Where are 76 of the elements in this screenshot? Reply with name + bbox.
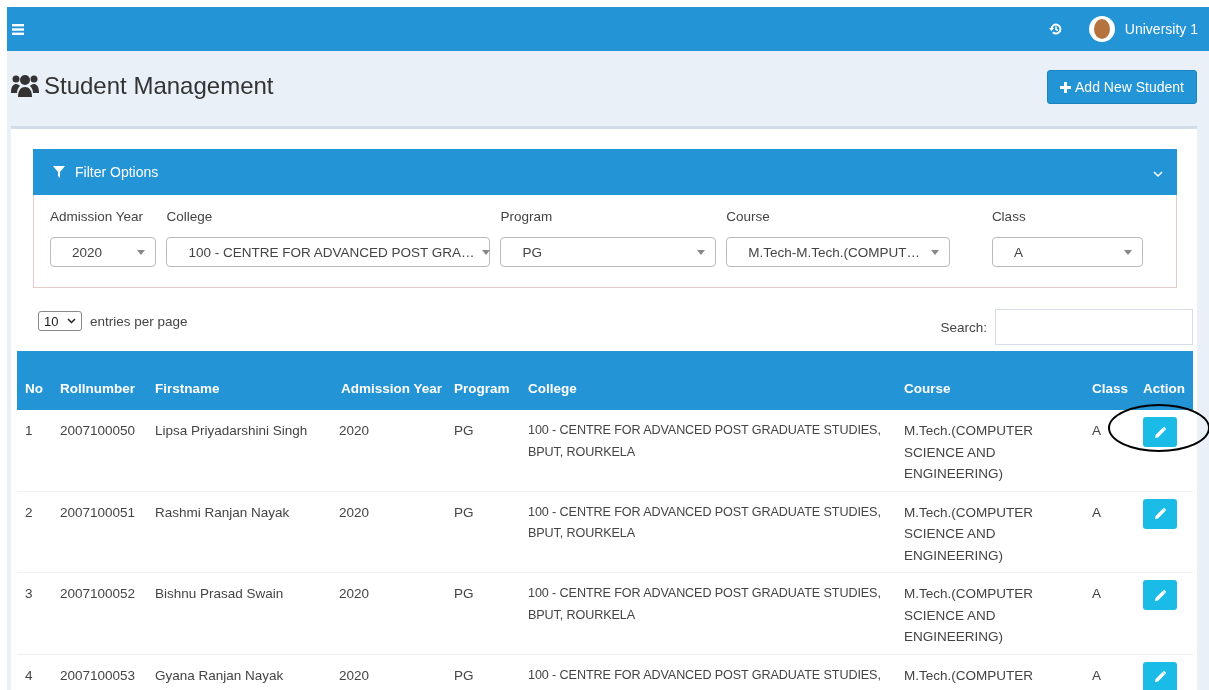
table-cell: Bishnu Prasad Swain xyxy=(147,572,331,654)
field-label: College xyxy=(166,209,214,224)
table-cell: M.Tech.(COMPUTER xyxy=(896,654,1084,690)
table-cell: PG xyxy=(446,572,520,654)
filter-title: Filter Options xyxy=(75,164,160,180)
table-cell: PG xyxy=(446,654,520,690)
user-avatar[interactable] xyxy=(1088,16,1115,42)
field-label: Class xyxy=(991,209,1027,224)
page-size-select[interactable]: 10 xyxy=(38,311,82,331)
pencil-icon xyxy=(1154,671,1166,682)
field-label: Program xyxy=(500,209,554,224)
table-cell: Rashmi Ranjan Nayak xyxy=(147,491,331,573)
table-cell: A xyxy=(1084,572,1135,654)
chevron-down-icon[interactable] xyxy=(1153,171,1163,177)
table-cell: 2007100051 xyxy=(52,491,147,573)
table-cell: A xyxy=(1084,654,1135,690)
add-student-button[interactable]: Add New Student xyxy=(1047,70,1197,104)
field-label: Admission Year xyxy=(50,209,145,224)
table-cell: 2020 xyxy=(331,491,446,573)
edit-button[interactable] xyxy=(1143,580,1177,610)
column-header[interactable]: Action xyxy=(1135,351,1193,410)
table-cell: 2007100052 xyxy=(52,572,147,654)
filter-dropdown[interactable]: M.Tech-M.Tech.(COMPUT… xyxy=(726,237,950,267)
search-field[interactable] xyxy=(995,309,1193,345)
table-cell: 100 - CENTRE FOR ADVANCED POST GRADUATE STUDIES, BPUT, ROURKELA xyxy=(520,491,896,573)
table-cell: 2 xyxy=(17,491,52,573)
plus-icon xyxy=(1060,81,1072,93)
table-cell: 2020 xyxy=(331,654,446,690)
column-header[interactable]: Admission Year xyxy=(331,351,446,410)
table-cell: 2007100050 xyxy=(52,410,147,491)
edit-button[interactable] xyxy=(1143,661,1177,690)
filter-header[interactable]: Filter Options xyxy=(33,149,1177,195)
column-header[interactable]: College xyxy=(520,351,896,410)
chevron-down-icon xyxy=(67,318,76,324)
table-cell: 4 xyxy=(17,654,52,690)
filter-dropdown[interactable]: 100 - CENTRE FOR ADVANCED POST GRA… xyxy=(166,237,491,267)
table-cell: PG xyxy=(446,410,520,491)
edit-button[interactable] xyxy=(1143,417,1177,447)
table-cell: A xyxy=(1084,410,1135,491)
user-name[interactable]: University 1 xyxy=(1124,21,1198,37)
table-cell: PG xyxy=(446,491,520,573)
table-cell: 100 - CENTRE FOR ADVANCED POST GRADUATE STUDIES, BPUT, ROURKELA xyxy=(520,410,896,491)
table-cell: Gyana Ranjan Nayak xyxy=(147,654,331,690)
column-header[interactable]: Rollnumber xyxy=(52,351,147,410)
column-header[interactable]: Firstname xyxy=(147,351,331,410)
table-cell: 100 - CENTRE FOR ADVANCED POST GRADUATE STUDIES, xyxy=(520,654,896,690)
pencil-icon xyxy=(1154,508,1166,519)
pencil-icon xyxy=(1154,589,1166,601)
table-cell: 2007100053 xyxy=(52,654,147,690)
page-size-label: entries per page xyxy=(90,313,188,329)
table-cell: A xyxy=(1084,491,1135,573)
column-header[interactable]: Course xyxy=(896,351,1084,410)
column-header[interactable]: Class xyxy=(1084,351,1135,410)
page-title: Student Management xyxy=(44,71,274,100)
table-cell: 2020 xyxy=(331,410,446,491)
table-cell: 100 - CENTRE FOR ADVANCED POST GRADUATE STUDIES, BPUT, ROURKELA xyxy=(520,572,896,654)
users-icon xyxy=(11,73,39,98)
table-cell: M.Tech.(COMPUTER SCIENCE AND ENGINEERING) xyxy=(896,410,1084,491)
field-label: Course xyxy=(726,209,771,224)
pencil-icon xyxy=(1154,426,1166,438)
table-cell: M.Tech.(COMPUTER SCIENCE AND ENGINEERING) xyxy=(896,491,1084,573)
table-cell: 1 xyxy=(17,410,52,491)
filter-dropdown[interactable]: A xyxy=(991,237,1143,267)
table-cell: M.Tech.(COMPUTER SCIENCE AND ENGINEERING) xyxy=(896,572,1084,654)
table-cell: 3 xyxy=(17,572,52,654)
menu-icon[interactable] xyxy=(12,23,24,35)
table-cell: 2020 xyxy=(331,572,446,654)
history-icon[interactable] xyxy=(1048,22,1063,36)
search-label: Search: xyxy=(940,319,987,335)
edit-button[interactable] xyxy=(1143,498,1177,529)
column-header[interactable]: Program xyxy=(446,351,520,410)
filter-icon xyxy=(53,166,65,178)
filter-dropdown[interactable]: 2020 xyxy=(50,237,157,267)
table-cell: Lipsa Priyadarshini Singh xyxy=(147,410,331,491)
filter-dropdown[interactable]: PG xyxy=(500,237,717,267)
column-header[interactable]: No xyxy=(17,351,52,410)
